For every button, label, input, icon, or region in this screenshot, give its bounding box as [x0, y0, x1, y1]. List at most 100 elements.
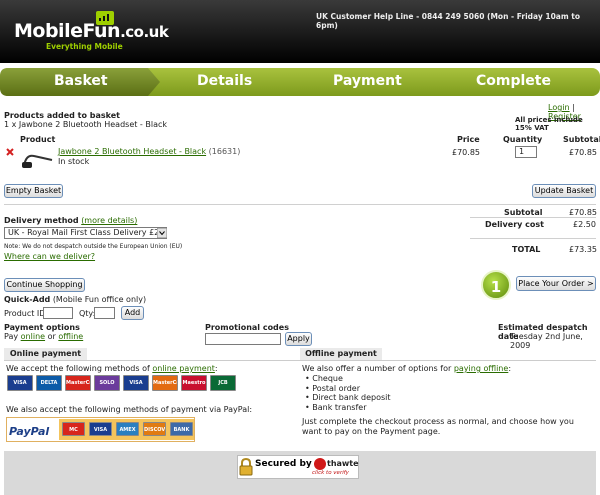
col-product: Product	[20, 135, 56, 144]
paying-offline-link[interactable]: paying offline	[454, 364, 508, 373]
pay-online-link[interactable]: online	[21, 332, 45, 341]
col-quantity: Quantity	[503, 135, 543, 144]
total-label: TOTAL	[512, 245, 541, 254]
card-logo-mc: MC	[62, 422, 85, 436]
col-price: Price	[457, 135, 480, 144]
online-intro-suffix: :	[214, 364, 218, 373]
product-code: (16631)	[208, 147, 241, 156]
tabs-divider	[4, 360, 596, 361]
product-id-label: Product ID:	[4, 309, 49, 318]
list-item: • Bank transfer	[305, 402, 367, 412]
card-logo-delta: DELTA	[36, 375, 62, 391]
quick-add-title: Quick-Add	[4, 295, 51, 304]
click-to-verify-text: click to verify	[312, 470, 349, 476]
promo-title: Promotional codes	[205, 323, 289, 332]
continue-shopping-button[interactable]: Continue Shopping	[4, 278, 85, 292]
add-button[interactable]: Add	[121, 306, 144, 320]
offline-options-list: • Cheque • Postal order • Direct bank de…	[305, 374, 391, 412]
payment-options-title: Payment options	[4, 323, 80, 332]
card-logo-solo: SOLO	[94, 375, 120, 391]
subtotal-label: Subtotal	[504, 208, 543, 217]
site-logo[interactable]: MobileFun.co.uk	[14, 20, 169, 42]
chevron-down-icon[interactable]	[157, 228, 167, 238]
card-logo-bank: BANK	[170, 422, 193, 436]
basket-summary: 1 x Jawbone 2 Bluetooth Headset - Black	[4, 120, 167, 129]
more-details-link[interactable]: (more details)	[81, 216, 137, 225]
card-logo-mastercard-securecode: MasterCard SecureCode	[152, 375, 178, 391]
divider	[4, 204, 596, 205]
login-link[interactable]: Login	[548, 103, 570, 112]
totals-divider	[470, 238, 596, 239]
card-logo-maestro: Maestro	[181, 375, 207, 391]
basket-title: Products added to basket	[4, 111, 120, 120]
col-subtotal: Subtotal	[563, 135, 600, 144]
step-basket: Basket	[54, 73, 108, 89]
stock-status: In stock	[58, 157, 90, 166]
thawte-seal[interactable]: Secured by thawte click to verify	[237, 455, 359, 479]
qty-label: Qty:	[79, 309, 96, 318]
pay-prefix: Pay	[4, 332, 19, 341]
headset-product-image[interactable]	[20, 150, 56, 170]
step-complete: Complete	[476, 73, 551, 89]
card-logo-mastercard: MasterCard	[65, 375, 91, 391]
tab-offline-payment[interactable]: Offline payment	[300, 348, 382, 360]
update-basket-button[interactable]: Update Basket	[532, 184, 596, 198]
site-header: MobileFun.co.uk Everything Mobile UK Cus…	[0, 0, 600, 63]
logo-suffix: .co.uk	[120, 23, 169, 41]
logo-tagline: Everything Mobile	[46, 42, 123, 51]
despatch-date: Tuesday 2nd June, 2009	[510, 332, 583, 350]
card-logo-visa: VISA	[89, 422, 112, 436]
list-item: • Direct bank deposit	[305, 393, 391, 402]
online-intro-prefix: We accept the following methods of	[6, 364, 150, 373]
vat-note: All prices include 15% VAT	[515, 116, 583, 132]
help-line: UK Customer Help Line - 0844 249 5060 (M…	[316, 12, 581, 30]
paypal-logo: PayPal	[9, 425, 50, 438]
delivery-cost-label: Delivery cost	[485, 220, 544, 229]
remove-item-icon[interactable]	[6, 148, 14, 156]
pay-offline-link[interactable]: offline	[58, 332, 83, 341]
quantity-input[interactable]: 1	[515, 146, 537, 158]
empty-basket-button[interactable]: Empty Basket	[4, 184, 63, 198]
tab-online-payment[interactable]: Online payment	[4, 348, 87, 360]
secured-by-text: Secured by	[255, 459, 312, 469]
promo-code-input[interactable]	[205, 333, 281, 345]
delivery-selected-value: UK - Royal Mail First Class Delivery £2.…	[8, 228, 167, 237]
delivery-cost-value: £2.50	[573, 220, 596, 229]
padlock-icon	[239, 458, 253, 476]
delivery-select[interactable]: UK - Royal Mail First Class Delivery £2.…	[4, 227, 167, 239]
delivery-label: Delivery method	[4, 216, 79, 225]
list-item: • Postal order	[305, 383, 361, 393]
item-subtotal: £70.85	[569, 148, 597, 157]
offline-footer-text: Just complete the checkout process as no…	[302, 417, 574, 436]
delivery-note: Note: We do not despatch outside the Eur…	[4, 243, 183, 250]
card-logo-amex: AMEX	[116, 422, 139, 436]
card-logo-visa-electron: VISA Electron	[123, 375, 149, 391]
qty-input[interactable]	[94, 307, 115, 319]
product-id-input[interactable]	[43, 307, 73, 319]
item-price: £70.85	[452, 148, 480, 157]
checkout-steps: Basket Details Payment Complete	[0, 68, 600, 96]
card-logo-visa: VISA	[7, 375, 33, 391]
step-payment: Payment	[333, 73, 402, 89]
place-order-button[interactable]: Place Your Order >	[516, 276, 596, 291]
card-logo-discover: DISCOVER	[143, 422, 166, 436]
total-value: £73.35	[569, 245, 597, 254]
online-payment-link[interactable]: online payment	[152, 364, 215, 373]
quick-add-subtitle: (Mobile Fun office only)	[52, 295, 147, 304]
paypal-intro: We also accept the following methods of …	[6, 405, 253, 414]
where-deliver-link[interactable]: Where can we deliver?	[4, 252, 95, 261]
card-logo-jcb: JCB	[210, 375, 236, 391]
totals-divider	[470, 217, 596, 218]
list-item: • Cheque	[305, 374, 343, 383]
step-number-badge: 1	[481, 270, 511, 300]
step-details: Details	[197, 73, 253, 89]
link-separator: |	[572, 103, 575, 112]
paypal-box: PayPal MC VISA AMEX DISCOVER BANK	[6, 417, 195, 442]
offline-intro-suffix: :	[508, 364, 512, 373]
logo-text: MobileFun	[14, 20, 121, 42]
product-link[interactable]: Jawbone 2 Bluetooth Headset - Black	[58, 147, 206, 156]
thawte-text: thawte	[327, 459, 359, 468]
offline-intro-prefix: We also offer a number of options for	[302, 364, 452, 373]
apply-button[interactable]: Apply	[285, 332, 312, 346]
pay-or: or	[47, 332, 56, 341]
